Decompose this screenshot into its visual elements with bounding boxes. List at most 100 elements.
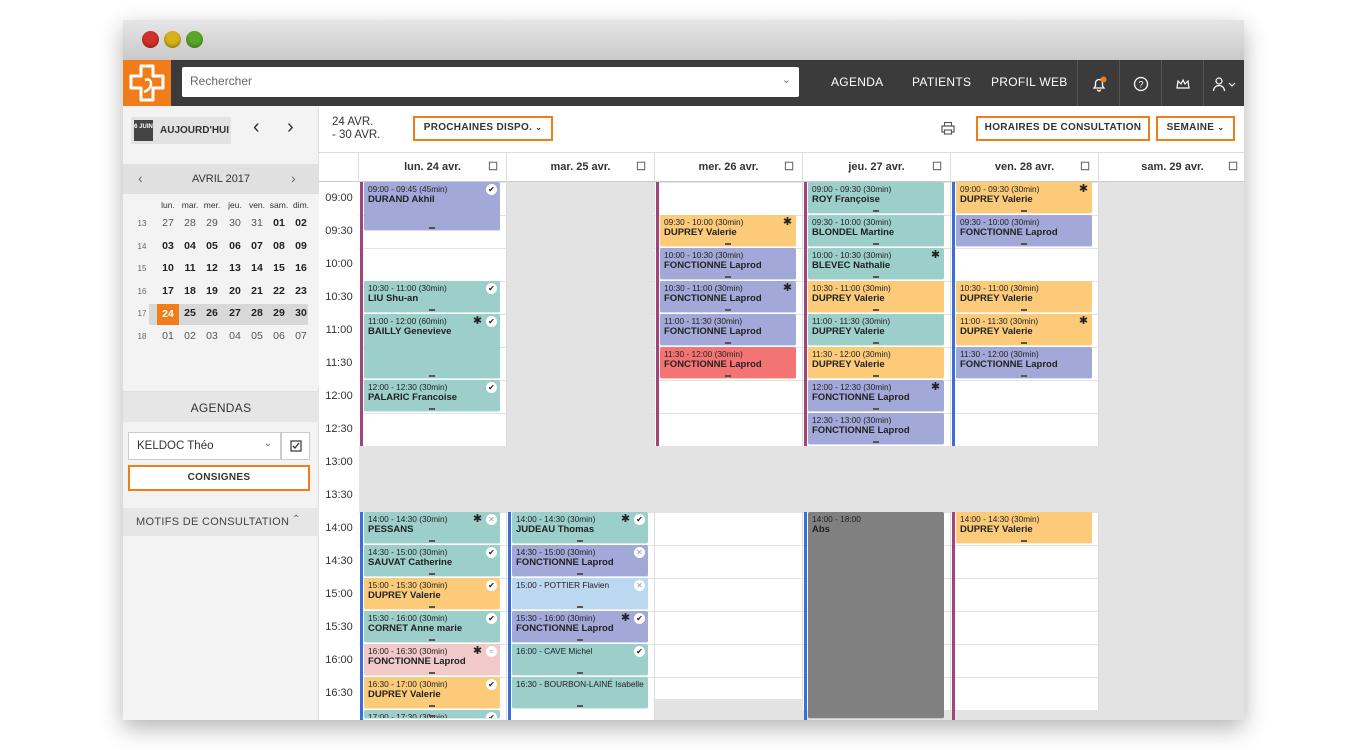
appointment[interactable]: 14:30 - 15:00 (30min) FONCTIONNE Laprod ✕ [512, 545, 648, 577]
notifications-button[interactable] [1077, 60, 1119, 106]
day-note-icon[interactable]: ☐ [1080, 153, 1090, 182]
mini-calendar-day[interactable]: 25 [179, 307, 201, 319]
drag-handle[interactable] [1021, 243, 1027, 245]
minimize-window-button[interactable] [164, 31, 181, 48]
mini-calendar-day[interactable]: 19 [201, 285, 223, 297]
asterisk-icon[interactable]: ✱ [620, 514, 631, 525]
next-availability-button[interactable]: PROCHAINES DISPO. ⌄ [413, 116, 553, 141]
agenda-select[interactable]: KELDOC Théo ⌄ [128, 432, 281, 460]
mini-calendar-day[interactable]: 01 [157, 330, 179, 342]
mini-calendar-day[interactable]: 05 [201, 240, 223, 252]
drag-handle[interactable] [429, 226, 435, 229]
nav-patients[interactable]: PATIENTS [912, 75, 971, 89]
mini-calendar-day[interactable]: 09 [290, 240, 312, 252]
asterisk-icon[interactable]: ✱ [930, 250, 941, 261]
asterisk-icon[interactable]: ✱ [620, 613, 631, 624]
maximize-window-button[interactable] [186, 31, 203, 48]
drag-handle[interactable] [577, 540, 583, 542]
asterisk-icon[interactable]: ✱ [782, 283, 793, 294]
drag-handle[interactable] [429, 672, 435, 674]
drag-handle[interactable] [1021, 540, 1027, 542]
drag-handle[interactable] [429, 573, 435, 575]
appointment[interactable]: 10:00 - 10:30 (30min) BLEVEC Nathalie ✱ [808, 248, 944, 280]
mini-calendar-day[interactable]: 02 [179, 330, 201, 342]
mini-calendar-day[interactable]: 05 [246, 330, 268, 342]
view-selector-button[interactable]: SEMAINE ⌄ [1156, 116, 1235, 141]
drag-handle[interactable] [873, 243, 879, 245]
check-icon[interactable]: ✔ [486, 316, 497, 327]
appointment[interactable]: 09:00 - 09:30 (30min) DUPREY Valerie ✱ [956, 182, 1092, 214]
drag-handle[interactable] [873, 276, 879, 278]
appointment[interactable]: 11:30 - 12:00 (30min) DUPREY Valerie [808, 347, 944, 379]
drag-handle[interactable] [873, 441, 879, 443]
drag-handle[interactable] [725, 276, 731, 278]
asterisk-icon[interactable]: ✱ [472, 316, 483, 327]
check-icon[interactable]: ✔ [634, 646, 645, 657]
check-icon[interactable]: ✔ [634, 514, 645, 525]
drag-handle[interactable] [429, 705, 435, 707]
mini-calendar-day[interactable]: 12 [201, 262, 223, 274]
appointment[interactable]: 10:30 - 11:00 (30min) DUPREY Valerie [808, 281, 944, 313]
drag-handle[interactable] [873, 210, 879, 212]
appointment[interactable]: 10:30 - 11:00 (30min) DUPREY Valerie [956, 281, 1092, 313]
mini-calendar-day[interactable]: 28 [246, 307, 268, 319]
asterisk-icon[interactable]: ✱ [472, 514, 483, 525]
mini-calendar-day[interactable]: 24 [157, 304, 179, 325]
appointment[interactable]: 14:30 - 15:00 (30min) SAUVAT Catherine ✔ [364, 545, 500, 577]
appointment[interactable]: 11:30 - 12:00 (30min) FONCTIONNE Laprod [660, 347, 796, 379]
drag-handle[interactable] [429, 375, 435, 377]
cancel-icon[interactable]: ✕ [634, 580, 645, 591]
appointment[interactable]: 11:30 - 12:00 (30min) FONCTIONNE Laprod [956, 347, 1092, 379]
drag-handle[interactable] [1021, 210, 1027, 212]
day-header[interactable]: mar. 25 avr. ☐ [507, 153, 655, 182]
mini-calendar-day[interactable]: 10 [157, 262, 179, 274]
drag-handle[interactable] [577, 705, 583, 707]
appointment[interactable]: 15:00 - POTTIER Flavien ✕ [512, 578, 648, 610]
drag-handle[interactable] [429, 540, 435, 542]
drag-handle[interactable] [725, 342, 731, 344]
drag-handle[interactable] [1021, 309, 1027, 311]
mini-calendar-day[interactable]: 29 [268, 307, 290, 319]
check-icon[interactable]: ✔ [486, 580, 497, 591]
day-note-icon[interactable]: ☐ [636, 153, 646, 182]
drag-handle[interactable] [725, 375, 731, 377]
mini-calendar-day[interactable]: 13 [224, 262, 246, 274]
day-header[interactable]: lun. 24 avr. ☐ [359, 153, 507, 182]
appointment[interactable]: 09:30 - 10:00 (30min) BLONDEL Martine [808, 215, 944, 247]
close-window-button[interactable] [142, 31, 159, 48]
mini-calendar-day[interactable]: 23 [290, 285, 312, 297]
mini-calendar-day[interactable]: 11 [179, 262, 201, 274]
mini-calendar-day[interactable]: 17 [157, 285, 179, 297]
check-icon[interactable]: ✔ [486, 712, 497, 718]
appointment[interactable]: 09:00 - 09:30 (30min) ROY Françoise [808, 182, 944, 214]
day-header[interactable]: ven. 28 avr. ☐ [951, 153, 1099, 182]
check-icon[interactable]: ✔ [486, 184, 497, 195]
check-icon[interactable]: ✔ [486, 679, 497, 690]
consultation-reasons-header[interactable]: MOTIFS DE CONSULTATION ⌃ [123, 508, 319, 536]
day-header[interactable]: sam. 29 avr. ☐ [1099, 153, 1244, 182]
check-icon[interactable]: ✔ [486, 547, 497, 558]
appointment[interactable]: 15:00 - 15:30 (30min) DUPREY Valerie ✔ [364, 578, 500, 610]
appointment[interactable]: 15:30 - 16:00 (30min) CORNET Anne marie ✔ [364, 611, 500, 643]
appointment[interactable]: 16:30 - 17:00 (30min) DUPREY Valerie ✔ [364, 677, 500, 709]
appointment[interactable]: 09:30 - 10:00 (30min) DUPREY Valerie ✱ [660, 215, 796, 247]
mini-calendar-day[interactable]: 08 [268, 240, 290, 252]
mini-calendar-day[interactable]: 29 [201, 217, 223, 229]
online-icon[interactable]: ≈ [486, 646, 497, 657]
mini-calendar-day[interactable]: 03 [201, 330, 223, 342]
cancel-icon[interactable]: ✕ [486, 514, 497, 525]
mini-calendar-day[interactable]: 04 [179, 240, 201, 252]
mini-calendar-day[interactable]: 14 [246, 262, 268, 274]
previous-week-button[interactable]: ‹ [253, 116, 260, 139]
check-icon[interactable]: ✔ [486, 283, 497, 294]
today-button[interactable]: 6 JUIN AUJOURD'HUI [131, 117, 231, 144]
mini-calendar-day[interactable]: 06 [268, 330, 290, 342]
mini-calendar-day[interactable]: 26 [201, 307, 223, 319]
appointment[interactable]: 12:00 - 12:30 (30min) PALARIC Francoise ✔ [364, 380, 500, 412]
mini-calendar-day[interactable]: 18 [179, 285, 201, 297]
nav-agenda[interactable]: AGENDA [831, 75, 883, 89]
consultation-hours-button[interactable]: HORAIRES DE CONSULTATION [976, 116, 1150, 141]
drag-handle[interactable] [577, 573, 583, 575]
consignes-button[interactable]: CONSIGNES [128, 465, 310, 491]
drag-handle[interactable] [873, 342, 879, 344]
